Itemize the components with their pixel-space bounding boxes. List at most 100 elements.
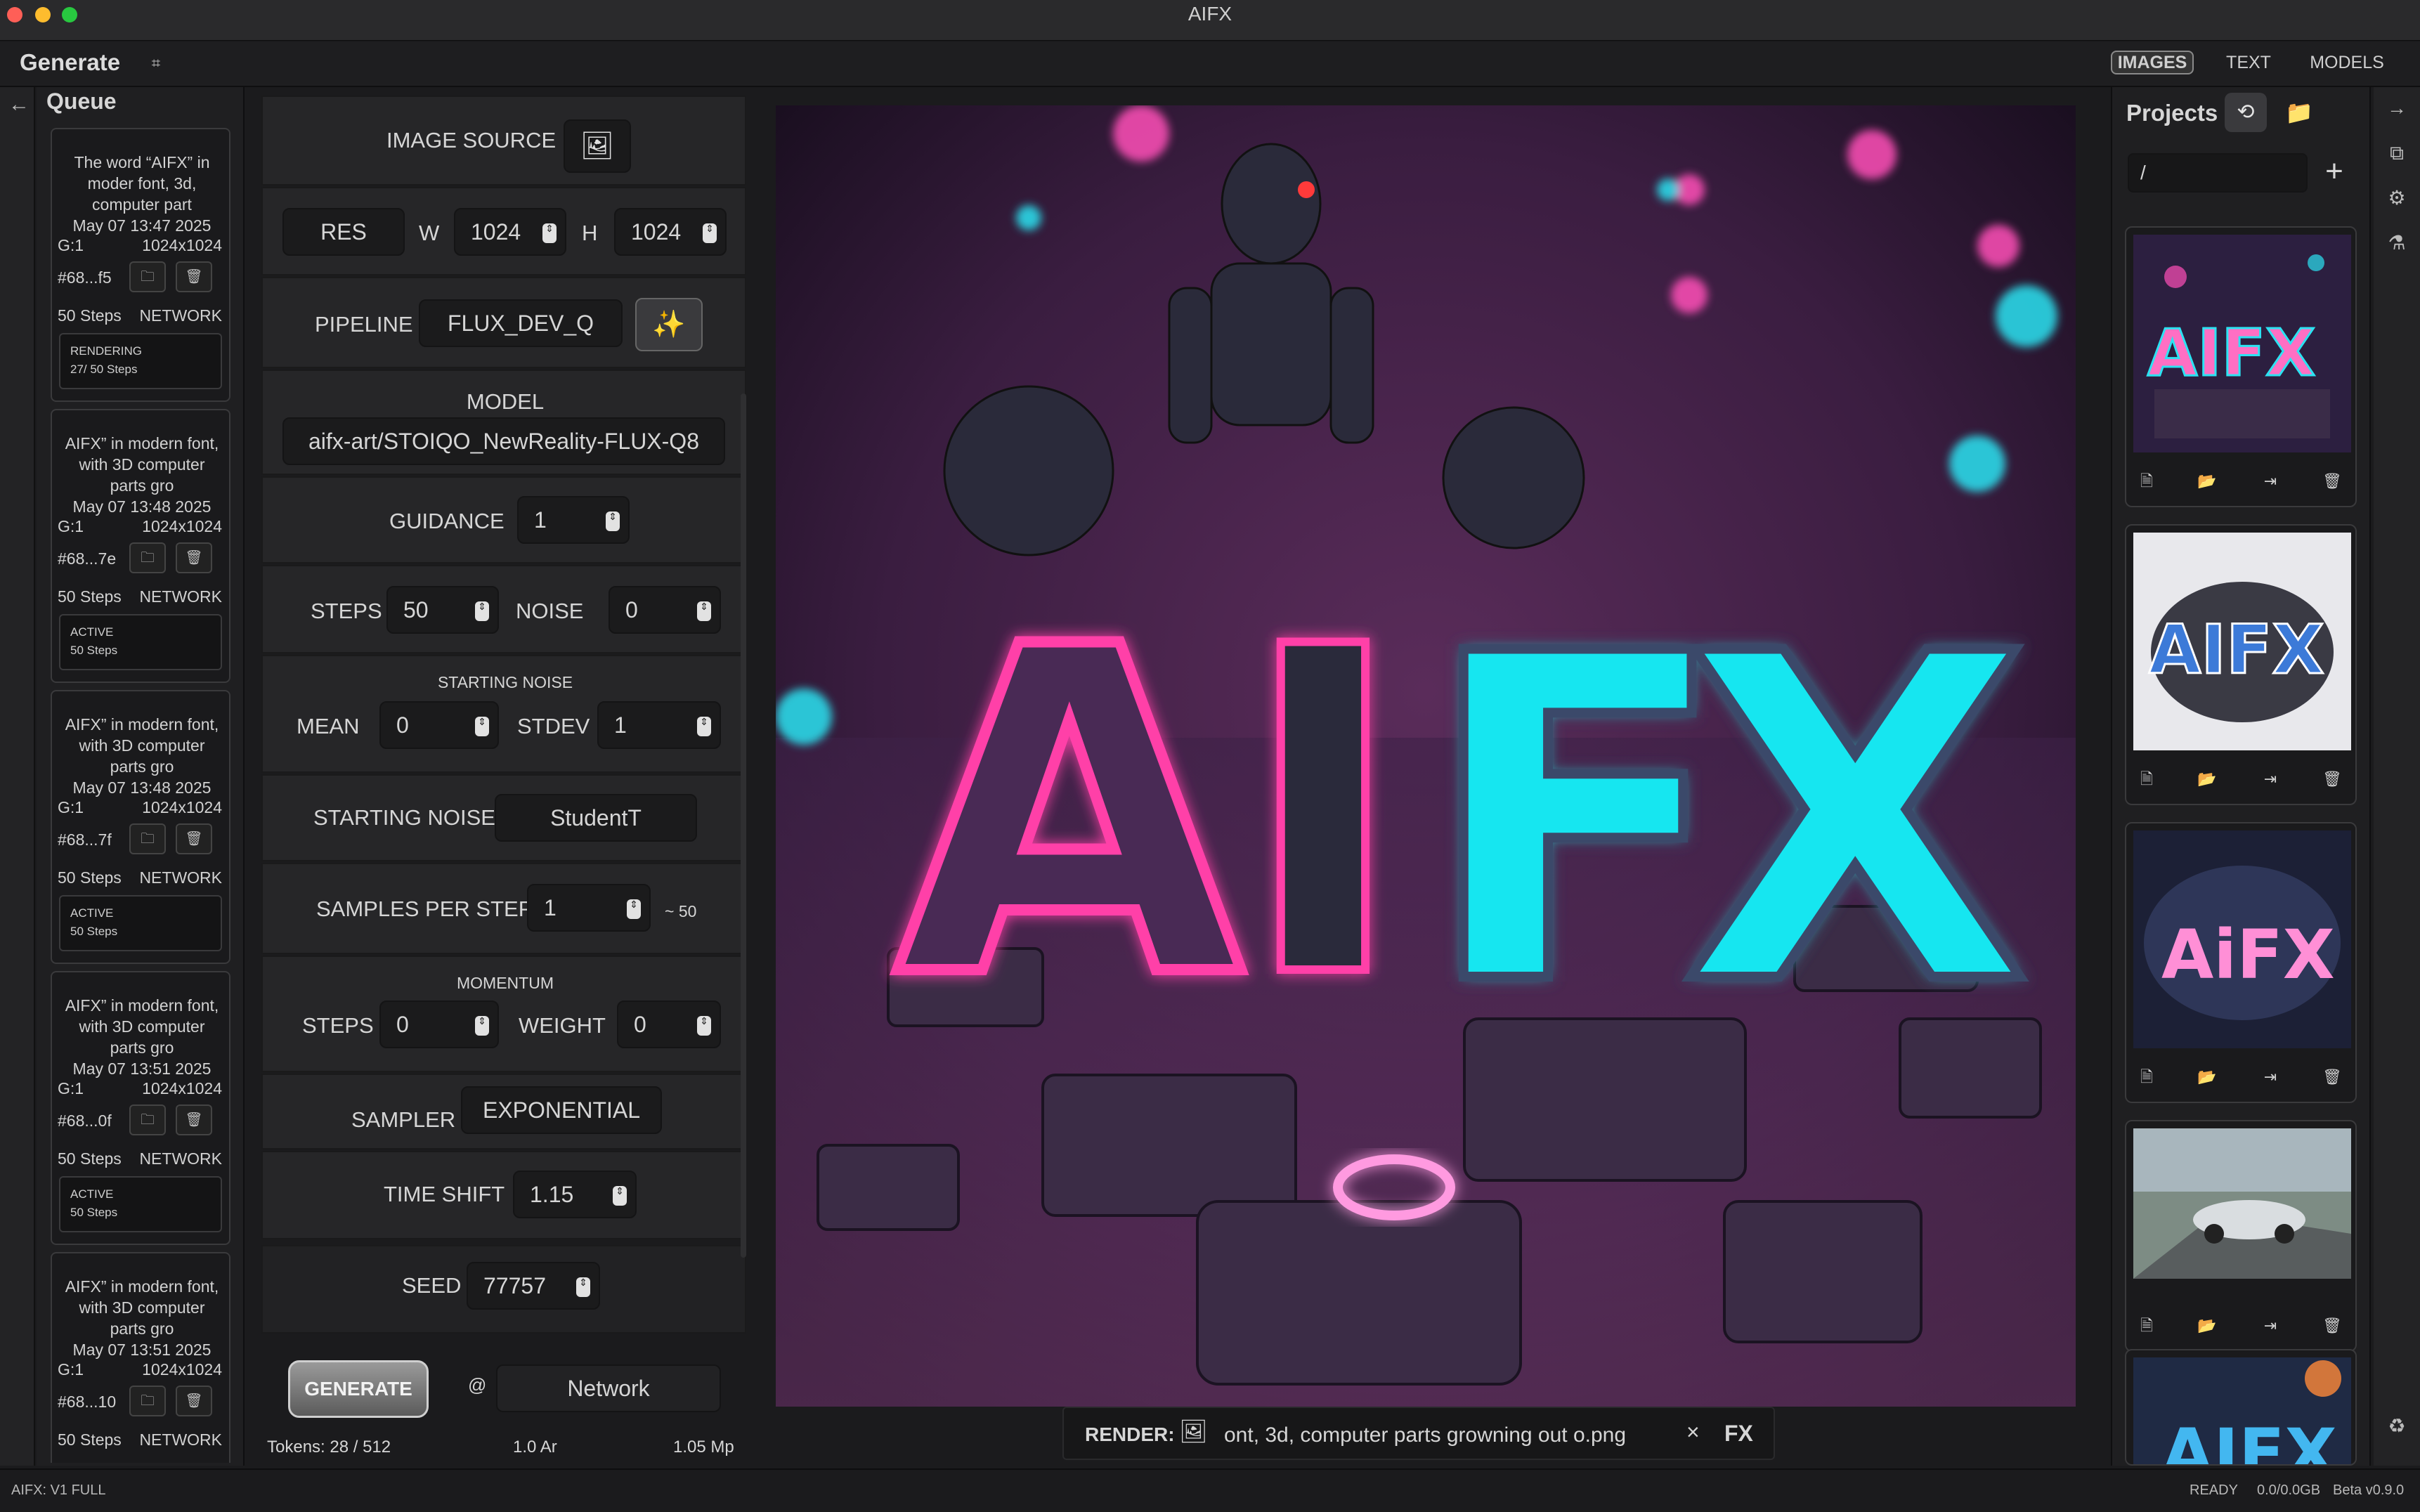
target-select[interactable]: Network <box>496 1364 721 1412</box>
height-stepper[interactable]: 1024 ⇕ <box>614 208 727 256</box>
weight-stepper[interactable]: 0 ⇕ <box>617 1001 721 1048</box>
export-icon[interactable]: ⇥ <box>2260 1067 2281 1088</box>
project-thumbnail[interactable]: 🗎 📂 ⇥ 🗑 <box>2125 1120 2357 1352</box>
stepper-arrows-icon[interactable]: ⇕ <box>475 1016 489 1036</box>
sync-icon[interactable]: ⟲ <box>2225 93 2267 132</box>
file-icon[interactable]: 🗎 <box>2136 471 2157 492</box>
close-icon[interactable]: × <box>1686 1419 1700 1445</box>
trash-icon[interactable]: 🗑 <box>176 823 212 854</box>
stepper-arrows-icon[interactable]: ⇕ <box>475 601 489 621</box>
width-stepper[interactable]: 1024 ⇕ <box>454 208 566 256</box>
export-icon[interactable]: ⇥ <box>2260 1315 2281 1336</box>
stepper-arrows-icon[interactable]: ⇕ <box>576 1277 590 1297</box>
trash-icon[interactable]: 🗑 <box>176 1386 212 1416</box>
export-icon[interactable]: ⇥ <box>2260 769 2281 790</box>
stepper-arrows-icon[interactable]: ⇕ <box>475 717 489 736</box>
time-shift-stepper[interactable]: 1.15 ⇕ <box>513 1171 637 1218</box>
queue-item[interactable]: AIFX” in modern font, with 3D computer p… <box>51 1252 230 1463</box>
trash-icon[interactable]: 🗑 <box>2322 1315 2343 1336</box>
queue-item[interactable]: AIFX” in modern font, with 3D computer p… <box>51 409 230 683</box>
open-folder-icon[interactable]: 📂 <box>2197 471 2218 492</box>
res-toggle[interactable]: RES <box>282 208 405 256</box>
trash-icon[interactable]: 🗑 <box>176 1104 212 1135</box>
pipeline-select[interactable]: FLUX_DEV_Q <box>419 299 623 347</box>
open-folder-icon[interactable]: 📂 <box>2197 769 2218 790</box>
open-folder-icon[interactable]: 📂 <box>2197 1315 2218 1336</box>
stepper-arrows-icon[interactable]: ⇕ <box>703 223 717 243</box>
stepper-arrows-icon[interactable]: ⇕ <box>613 1186 627 1206</box>
add-project-button[interactable]: + <box>2320 152 2348 191</box>
recycle-icon[interactable]: ♻ <box>2386 1415 2408 1438</box>
sampler-select[interactable]: EXPONENTIAL <box>461 1086 662 1134</box>
gear-icon[interactable]: ⚙ <box>2386 187 2408 209</box>
folder-icon[interactable]: 🗀 <box>129 1104 166 1135</box>
starting-noise-select[interactable]: StudentT <box>495 794 697 842</box>
queue-item[interactable]: AIFX” in modern font, with 3D computer p… <box>51 971 230 1245</box>
stepper-arrows-icon[interactable]: ⇕ <box>627 899 641 919</box>
width-value: 1024 <box>471 219 521 245</box>
generate-button[interactable]: GENERATE <box>288 1360 429 1418</box>
stepper-arrows-icon[interactable]: ⇕ <box>697 1016 711 1036</box>
export-icon[interactable]: ⇥ <box>2260 471 2281 492</box>
settings-scrollbar[interactable] <box>741 393 746 1258</box>
image-viewer[interactable]: A I F X <box>776 105 2076 1407</box>
height-value: 1024 <box>631 219 682 245</box>
flask-icon[interactable]: ⚗ <box>2386 232 2408 254</box>
project-path-input[interactable]: / <box>2128 153 2308 193</box>
queue-item-steps: 50 Steps <box>58 306 122 325</box>
folder-icon[interactable]: 🗀 <box>129 1386 166 1416</box>
scan-icon[interactable]: ⌗ <box>145 52 167 74</box>
tab-text[interactable]: TEXT <box>2220 51 2277 74</box>
queue-item-hash: #68...10 <box>58 1393 117 1411</box>
trash-icon[interactable]: 🗑 <box>176 542 212 573</box>
fx-button[interactable]: FX <box>1724 1421 1753 1447</box>
project-thumbnail[interactable]: AIFX <box>2125 1349 2357 1466</box>
stepper-arrows-icon[interactable]: ⇕ <box>542 223 557 243</box>
magic-wand-icon[interactable]: ✨ <box>635 298 703 351</box>
steps-stepper[interactable]: 50 ⇕ <box>386 586 499 634</box>
queue-item[interactable]: The word “AIFX” in moder font, 3d, compu… <box>51 128 230 402</box>
folder-icon[interactable]: 🗀 <box>129 261 166 292</box>
trash-icon[interactable]: 🗑 <box>2322 1067 2343 1088</box>
project-thumbnail[interactable]: AIFX 🗎 📂 ⇥ 🗑 <box>2125 524 2357 805</box>
stepper-arrows-icon[interactable]: ⇕ <box>697 717 711 736</box>
mean-stepper[interactable]: 0 ⇕ <box>379 701 499 749</box>
hierarchy-icon[interactable]: ⧉ <box>2386 142 2408 164</box>
file-icon[interactable]: 🗎 <box>2136 1067 2157 1088</box>
trash-icon[interactable]: 🗑 <box>176 261 212 292</box>
back-arrow-icon[interactable]: ← <box>8 93 30 117</box>
stepper-arrows-icon[interactable]: ⇕ <box>606 511 620 531</box>
arrow-right-icon[interactable]: → <box>2386 97 2408 119</box>
seed-stepper[interactable]: 77757 ⇕ <box>467 1262 600 1310</box>
image-icon[interactable]: 🖼 <box>564 119 631 173</box>
project-thumbnail[interactable]: AiFX 🗎 📂 ⇥ 🗑 <box>2125 822 2357 1103</box>
tab-models[interactable]: MODELS <box>2305 51 2389 74</box>
trash-icon[interactable]: 🗑 <box>2322 471 2343 492</box>
samples-stepper[interactable]: 1 ⇕ <box>527 884 651 932</box>
model-select[interactable]: aifx-art/STOIQO_NewReality-FLUX-Q8 <box>282 417 725 465</box>
folder-icon[interactable]: 🗀 <box>129 823 166 854</box>
thumbnail-text: AiFX <box>2161 915 2335 994</box>
file-icon[interactable]: 🗎 <box>2136 1315 2157 1336</box>
project-thumbnail[interactable]: AIFX 🗎 📂 ⇥ 🗑 <box>2125 226 2357 507</box>
tab-images[interactable]: IMAGES <box>2111 51 2194 74</box>
status-label: ACTIVE <box>70 906 114 920</box>
pipeline-row: PIPELINE FLUX_DEV_Q ✨ <box>261 277 746 368</box>
stepper-arrows-icon[interactable]: ⇕ <box>697 601 711 621</box>
open-folder-icon[interactable]: 📂 <box>2197 1067 2218 1088</box>
app-header: Generate ⌗ IMAGES TEXT MODELS <box>0 42 2420 87</box>
right-rail: → ⧉ ⚙ ⚗ ♻ <box>2374 87 2420 1466</box>
sampler-label: SAMPLER <box>351 1107 456 1132</box>
momentum-steps-stepper[interactable]: 0 ⇕ <box>379 1001 499 1048</box>
trash-icon[interactable]: 🗑 <box>2322 769 2343 790</box>
folder-icon[interactable]: 🗀 <box>129 542 166 573</box>
noise-stepper[interactable]: 0 ⇕ <box>609 586 721 634</box>
folder-icon[interactable]: 📁 <box>2278 93 2320 132</box>
file-icon[interactable]: 🗎 <box>2136 769 2157 790</box>
guidance-stepper[interactable]: 1 ⇕ <box>517 496 630 544</box>
stdev-stepper[interactable]: 1 ⇕ <box>597 701 721 749</box>
queue-list[interactable]: The word “AIFX” in moder font, 3d, compu… <box>51 128 230 1463</box>
queue-item[interactable]: AIFX” in modern font, with 3D computer p… <box>51 690 230 964</box>
thumbnail-text: AIFX <box>2149 611 2324 689</box>
guidance-label: GUIDANCE <box>389 509 505 533</box>
